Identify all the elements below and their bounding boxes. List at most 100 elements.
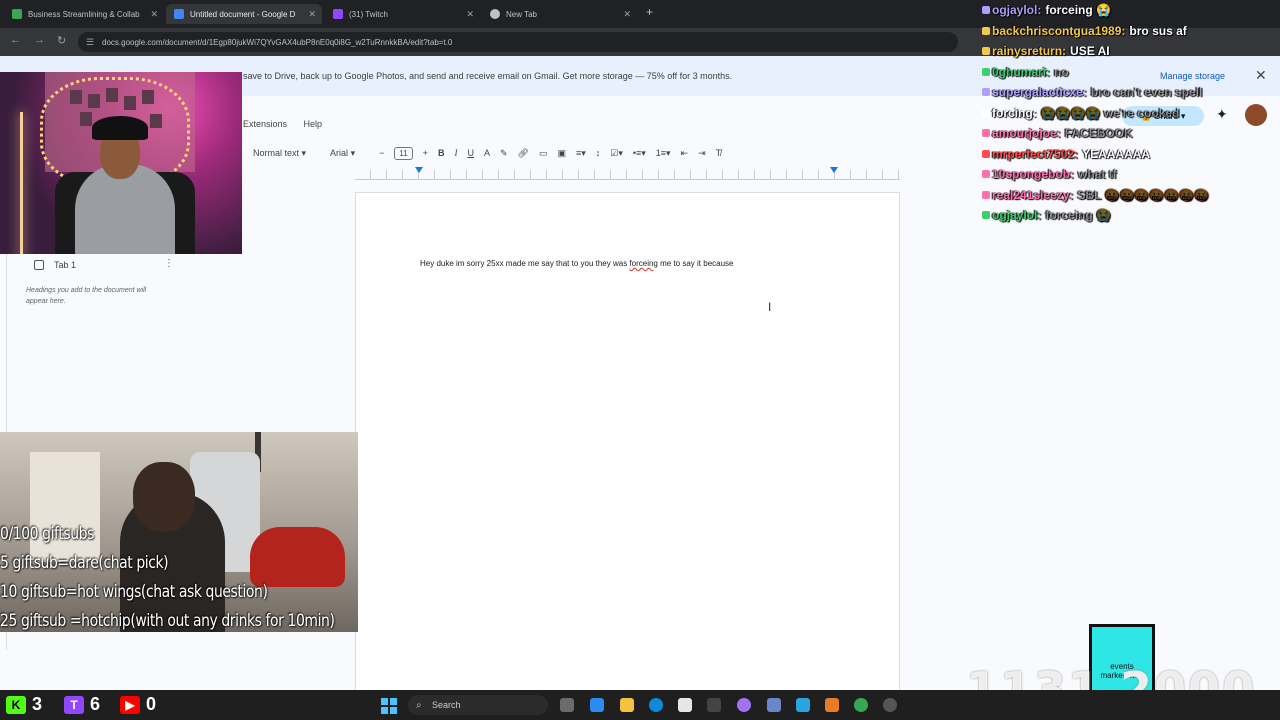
chat-message: backchriscontgua1989: bro sus af bbox=[982, 21, 1280, 42]
text-run: Hey duke im sorry 25xx made me say that … bbox=[420, 259, 630, 268]
taskbar-search[interactable]: ⌕ Search bbox=[408, 695, 548, 715]
indent-marker-icon[interactable] bbox=[415, 167, 423, 173]
app-icon[interactable] bbox=[737, 698, 751, 712]
indent-decrease-icon[interactable]: ⇤ bbox=[681, 148, 689, 159]
chat-text: YEAAAAAA bbox=[1082, 146, 1151, 161]
italic-button[interactable]: I bbox=[454, 148, 457, 158]
numbered-list-icon[interactable]: 1≡▾ bbox=[656, 148, 671, 159]
bold-button[interactable]: B bbox=[438, 148, 445, 158]
chat-text: no bbox=[1054, 64, 1069, 79]
badge-icon bbox=[982, 129, 990, 138]
kick-viewer-stat: K 3 bbox=[6, 694, 42, 715]
chat-username[interactable]: mrperfect7502 bbox=[992, 147, 1074, 161]
style-label: Normal text bbox=[253, 147, 300, 158]
chat-username[interactable]: real241sleezy bbox=[992, 188, 1069, 202]
highlight-icon[interactable]: ✎ bbox=[500, 148, 508, 159]
checklist-icon[interactable]: ☑▾ bbox=[610, 148, 623, 159]
edge-icon[interactable] bbox=[649, 698, 663, 712]
chat-message: 0ghumari: no bbox=[982, 62, 1280, 83]
chat-username[interactable]: rainysreturn bbox=[992, 44, 1062, 58]
chat-text: what tf bbox=[1078, 167, 1117, 182]
chat-separator: : bbox=[1046, 64, 1051, 79]
close-icon[interactable]: ✕ bbox=[150, 9, 158, 20]
new-tab-button[interactable]: + bbox=[646, 5, 653, 19]
task-view-icon[interactable] bbox=[560, 698, 574, 712]
image-icon[interactable]: ▣ bbox=[557, 148, 566, 159]
chat-message: amourjojoe: FACEBOOK bbox=[982, 123, 1280, 144]
app-icon[interactable] bbox=[825, 698, 839, 712]
link-icon[interactable]: 🔗︎ bbox=[518, 148, 529, 159]
font-label: Arial bbox=[330, 147, 349, 158]
chat-username[interactable]: 10spongebob bbox=[992, 167, 1070, 181]
menu-item-extensions[interactable]: Extensions bbox=[243, 119, 287, 129]
chat-username[interactable]: 0ghumari bbox=[992, 65, 1046, 79]
underline-button[interactable]: U bbox=[467, 148, 474, 158]
windows-start-icon[interactable] bbox=[381, 698, 397, 714]
browser-tab[interactable]: (31) Twitch ✕ bbox=[325, 4, 480, 24]
document-tab-1[interactable]: Tab 1 ⋮ bbox=[12, 255, 182, 275]
app-icon[interactable] bbox=[767, 698, 781, 712]
chat-text: forceing 😭 bbox=[1045, 208, 1111, 223]
taskbar: K 3 T 6 ▶ 0 ⌕ Search bbox=[0, 690, 1280, 720]
align-icon[interactable]: ≡▾ bbox=[576, 148, 586, 159]
chat-username[interactable]: supergalacticxe bbox=[992, 85, 1083, 99]
badge-icon bbox=[982, 26, 990, 35]
chat-username[interactable]: ogjaylol bbox=[992, 3, 1037, 17]
browser-tab[interactable]: Business Streamlining & Collab ✕ bbox=[4, 4, 164, 24]
font-select[interactable]: Arial ▾ bbox=[330, 148, 355, 159]
document-page[interactable]: Hey duke im sorry 25xx made me say that … bbox=[355, 192, 900, 692]
menu-item-help[interactable]: Help bbox=[304, 119, 323, 129]
document-text[interactable]: Hey duke im sorry 25xx made me say that … bbox=[420, 259, 733, 268]
tab-title: Untitled document - Google D bbox=[190, 9, 296, 19]
store-icon[interactable] bbox=[678, 698, 692, 712]
chat-username[interactable]: backchriscontgua1989 bbox=[992, 24, 1121, 38]
obs-icon[interactable] bbox=[883, 698, 897, 712]
streamer-cap bbox=[92, 116, 148, 140]
chat-text: bro sus af bbox=[1129, 23, 1187, 38]
tab-label: Tab 1 bbox=[54, 260, 77, 270]
browser-tab-active[interactable]: Untitled document - Google D ✕ bbox=[166, 4, 322, 24]
ruler[interactable] bbox=[355, 167, 900, 180]
reload-icon[interactable]: ↻ bbox=[57, 34, 66, 47]
tab-title: New Tab bbox=[506, 9, 537, 19]
style-select[interactable]: Normal text ▾ bbox=[253, 148, 306, 159]
giftsub-goals-overlay: 0/100 giftsubs 5 giftsub=dare(chat pick)… bbox=[0, 520, 335, 636]
chat-text: FACEBOOK bbox=[1064, 126, 1133, 141]
font-size-decrease-icon[interactable]: − bbox=[379, 148, 384, 158]
app-icon[interactable] bbox=[590, 698, 604, 712]
file-explorer-icon[interactable] bbox=[620, 698, 634, 712]
close-icon[interactable]: ✕ bbox=[308, 9, 316, 20]
indent-increase-icon[interactable]: ⇥ bbox=[698, 148, 706, 159]
telegram-icon[interactable] bbox=[796, 698, 810, 712]
chat-message: real241sleezy: SBL 🤬🤬🤬🤬🤬🤬🤬 bbox=[982, 185, 1280, 206]
chat-username[interactable]: ogjaylol bbox=[992, 208, 1037, 222]
close-icon[interactable]: ✕ bbox=[623, 9, 631, 20]
right-indent-marker-icon[interactable] bbox=[830, 167, 838, 173]
site-icon bbox=[12, 9, 22, 19]
chrome-icon[interactable] bbox=[854, 698, 868, 712]
more-options-icon[interactable]: ⋮ bbox=[164, 258, 174, 269]
settings-icon[interactable] bbox=[707, 698, 721, 712]
back-icon[interactable]: ← bbox=[10, 34, 21, 46]
close-icon[interactable]: ✕ bbox=[466, 9, 474, 20]
clear-formatting-icon[interactable]: T̸ bbox=[716, 148, 722, 158]
chat-message: rainysreturn: USE AI bbox=[982, 41, 1280, 62]
comment-icon[interactable]: ▭ bbox=[539, 148, 548, 159]
chat-username[interactable]: forcing bbox=[992, 106, 1033, 120]
chat-username[interactable]: amourjojoe bbox=[992, 126, 1057, 140]
overlay-line: 25 giftsub =hotchip(with out any drinks … bbox=[0, 611, 335, 631]
chrome-icon bbox=[490, 9, 500, 19]
font-size-input[interactable]: 11 bbox=[394, 146, 413, 160]
youtube-icon: ▶ bbox=[120, 695, 140, 714]
font-size-increase-icon[interactable]: + bbox=[423, 148, 428, 158]
bullet-list-icon[interactable]: •≡▾ bbox=[633, 148, 646, 159]
line-spacing-icon[interactable]: ↕ bbox=[596, 148, 601, 158]
url-input[interactable]: ☰ docs.google.com/document/d/1Egp80jukWi… bbox=[78, 32, 958, 52]
browser-tab[interactable]: New Tab ✕ bbox=[482, 4, 637, 24]
text-color-icon[interactable]: A bbox=[484, 148, 490, 158]
forward-icon[interactable]: → bbox=[34, 34, 45, 46]
badge-icon bbox=[982, 170, 990, 179]
site-info-icon[interactable]: ☰ bbox=[86, 37, 94, 48]
misspelled-word[interactable]: forceing bbox=[629, 259, 657, 268]
chat-text: forceing 😭 bbox=[1045, 3, 1111, 18]
